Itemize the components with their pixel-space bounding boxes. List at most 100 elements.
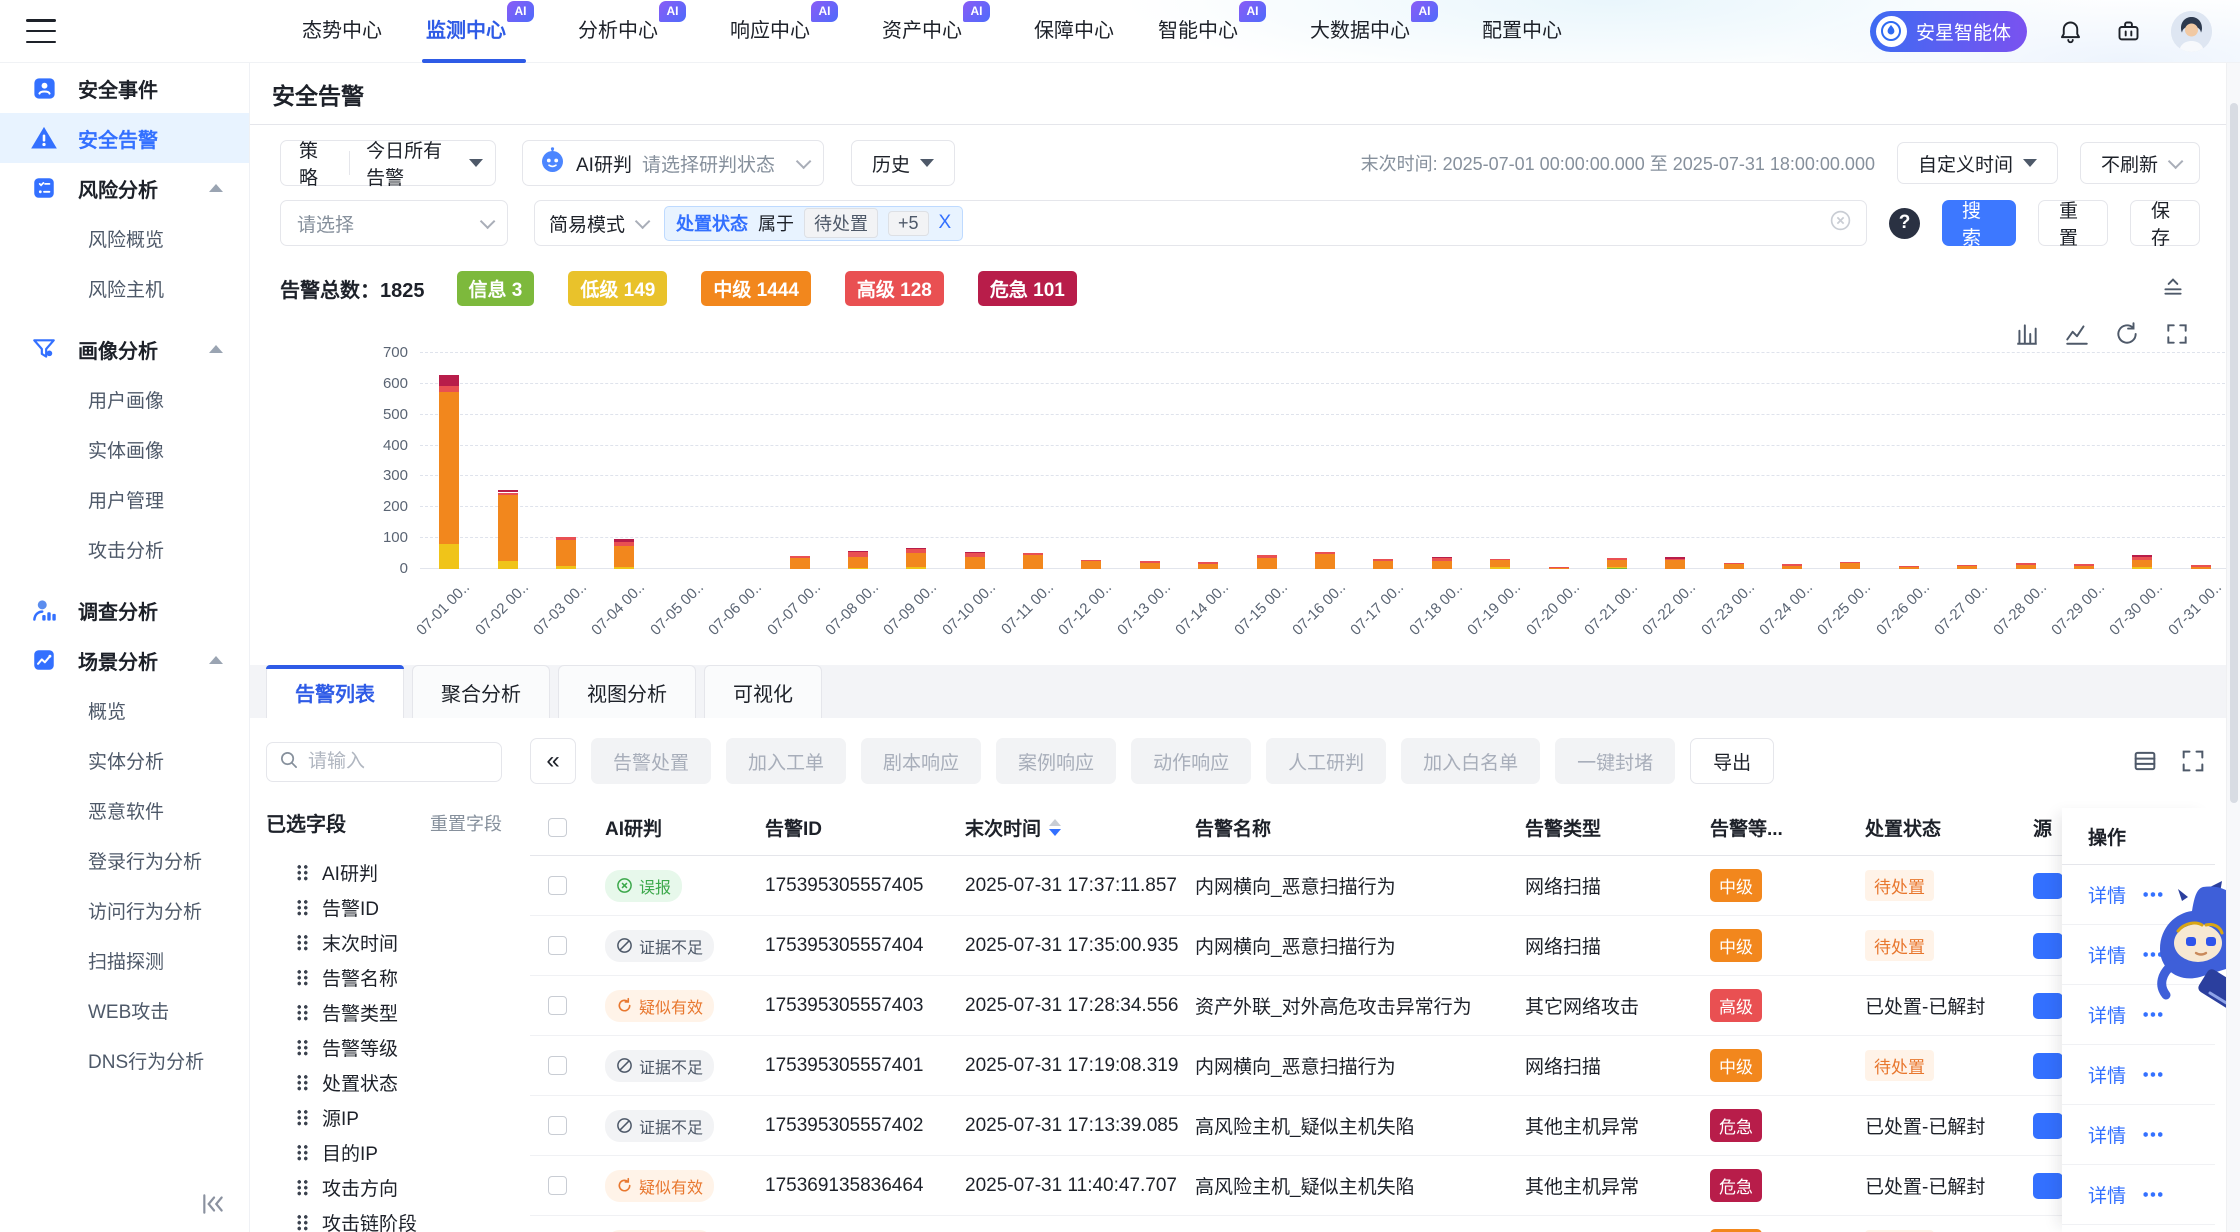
tab-可视化[interactable]: 可视化 [704, 665, 822, 718]
collapse-caret-icon[interactable] [209, 656, 223, 664]
search-button[interactable]: 搜索 [1942, 200, 2016, 246]
button-导出[interactable]: 导出 [1690, 738, 1774, 784]
detail-link[interactable]: 详情 [2088, 881, 2126, 908]
save-button[interactable]: 保存 [2130, 200, 2200, 246]
refresh-mode-button[interactable]: 不刷新 [2080, 142, 2200, 184]
sidebar-item-风险主机[interactable]: 风险主机 [0, 263, 249, 313]
clear-input-icon[interactable] [1829, 209, 1852, 237]
fullscreen-table-icon[interactable] [2179, 747, 2207, 775]
chart-bar-segment[interactable] [1198, 562, 1218, 564]
chart-bar-segment[interactable] [2132, 557, 2152, 560]
chart-bar-segment[interactable] [1782, 564, 1802, 566]
toolbox-icon[interactable] [2113, 16, 2143, 46]
chart-bar-segment[interactable] [556, 537, 576, 539]
nav-item-保障中心[interactable]: 保障中心 [1020, 0, 1128, 63]
nav-item-响应中心[interactable]: 响应中心AI [716, 0, 852, 63]
collapse-caret-icon[interactable] [209, 184, 223, 192]
sidebar-item-恶意软件[interactable]: 恶意软件 [0, 785, 249, 835]
filter-condition-input[interactable]: 简易模式 处置状态 属于 待处置 +5 X [534, 200, 1867, 246]
nav-item-配置中心[interactable]: 配置中心 [1468, 0, 1576, 63]
chart-bar-segment[interactable] [1899, 566, 1919, 568]
chart-bar-segment[interactable] [1081, 561, 1101, 569]
chart-bar-segment[interactable] [965, 552, 985, 554]
chart-bar-segment[interactable] [906, 548, 926, 550]
chart-bar-segment[interactable] [906, 553, 926, 567]
sidebar-item-攻击分析[interactable]: 攻击分析 [0, 524, 249, 574]
more-actions-icon[interactable] [2142, 892, 2164, 897]
chart-bar-segment[interactable] [906, 549, 926, 553]
reset-fields-link[interactable]: 重置字段 [430, 810, 502, 836]
sidebar-item-用户画像[interactable]: 用户画像 [0, 374, 249, 424]
tab-视图分析[interactable]: 视图分析 [558, 665, 696, 718]
drag-handle-icon[interactable] [296, 934, 309, 951]
chart-bar-segment[interactable] [2132, 560, 2152, 567]
history-dropdown-button[interactable]: 历史 [851, 140, 955, 186]
more-actions-icon[interactable] [2142, 1072, 2164, 1077]
sidebar-item-用户管理[interactable]: 用户管理 [0, 474, 249, 524]
chart-bar-segment[interactable] [1490, 560, 1510, 567]
chart-bar-segment[interactable] [498, 493, 518, 495]
chart-bar-segment[interactable] [1432, 558, 1452, 561]
drag-handle-icon[interactable] [296, 1004, 309, 1021]
refresh-icon[interactable] [2114, 321, 2140, 347]
drag-handle-icon[interactable] [296, 1039, 309, 1056]
chart-bar-segment[interactable] [1665, 557, 1685, 559]
chart-bar-segment[interactable] [1432, 561, 1452, 569]
chart-bar-segment[interactable] [1490, 567, 1510, 569]
chart-bar-segment[interactable] [848, 552, 868, 556]
sidebar-item-DNS行为分析[interactable]: DNS行为分析 [0, 1035, 249, 1085]
chart-bar-segment[interactable] [790, 558, 810, 569]
chart-bar-segment[interactable] [1665, 560, 1685, 569]
ai-judgment-select[interactable]: AI研判 请选择研判状态 [522, 140, 824, 186]
chart-bar-segment[interactable] [1782, 566, 1802, 569]
filter-tag-more[interactable]: +5 [888, 211, 929, 236]
chart-bar-segment[interactable] [1023, 555, 1043, 569]
chart-bar-segment[interactable] [439, 375, 459, 386]
more-actions-icon[interactable] [2142, 1012, 2164, 1017]
chart-bar-segment[interactable] [1957, 565, 1977, 567]
sidebar-item-扫描探测[interactable]: 扫描探测 [0, 935, 249, 985]
chart-bar-segment[interactable] [556, 540, 576, 566]
column-settings-icon[interactable] [2131, 747, 2159, 775]
sidebar-item-画像分析[interactable]: 画像分析 [0, 324, 249, 374]
chart-bar-segment[interactable] [556, 566, 576, 569]
chart-bar-segment[interactable] [1023, 553, 1043, 555]
chart-bar-segment[interactable] [1840, 562, 1860, 564]
drag-handle-icon[interactable] [296, 1179, 309, 1196]
chart-bar-segment[interactable] [1257, 555, 1277, 557]
chart-bar-segment[interactable] [439, 386, 459, 392]
detail-link[interactable]: 详情 [2088, 1001, 2126, 1028]
chart-bar-segment[interactable] [614, 539, 634, 541]
chart-bar-segment[interactable] [2016, 565, 2036, 569]
drag-handle-icon[interactable] [296, 969, 309, 986]
sidebar-item-调查分析[interactable]: 调查分析 [0, 585, 249, 635]
drag-handle-icon[interactable] [296, 899, 309, 916]
filter-tag[interactable]: 处置状态 属于 待处置 +5 X [664, 206, 963, 241]
sort-icons[interactable] [1049, 819, 1061, 836]
assistant-button[interactable]: 安星智能体 [1870, 11, 2027, 52]
fullscreen-chart-icon[interactable] [2164, 321, 2190, 347]
nav-item-智能中心[interactable]: 智能中心AI [1144, 0, 1280, 63]
vertical-scrollbar[interactable] [2226, 63, 2240, 1232]
chart-bar-segment[interactable] [498, 490, 518, 492]
collapse-chart-icon[interactable] [2160, 272, 2186, 303]
chart-bar-segment[interactable] [2132, 555, 2152, 557]
chart-bar-segment[interactable] [439, 392, 459, 545]
drag-handle-icon[interactable] [296, 1074, 309, 1091]
sidebar-item-概览[interactable]: 概览 [0, 685, 249, 735]
nav-item-大数据中心[interactable]: 大数据中心AI [1296, 0, 1452, 63]
nav-item-分析中心[interactable]: 分析中心AI [564, 0, 700, 63]
help-icon[interactable]: ? [1889, 208, 1920, 239]
nav-item-资产中心[interactable]: 资产中心AI [868, 0, 1004, 63]
chart-bar-segment[interactable] [1140, 561, 1160, 563]
chart-bar-segment[interactable] [2132, 567, 2152, 569]
drag-handle-icon[interactable] [296, 1214, 309, 1231]
row-checkbox[interactable] [548, 1056, 567, 1075]
drag-handle-icon[interactable] [296, 1109, 309, 1126]
sidebar-item-安全事件[interactable]: 安全事件 [0, 63, 249, 113]
detail-link[interactable]: 详情 [2088, 1121, 2126, 1148]
chart-bar-segment[interactable] [498, 561, 518, 569]
chart-bar-segment[interactable] [1607, 560, 1627, 567]
collapse-caret-icon[interactable] [209, 345, 223, 353]
avatar[interactable] [2171, 11, 2212, 52]
